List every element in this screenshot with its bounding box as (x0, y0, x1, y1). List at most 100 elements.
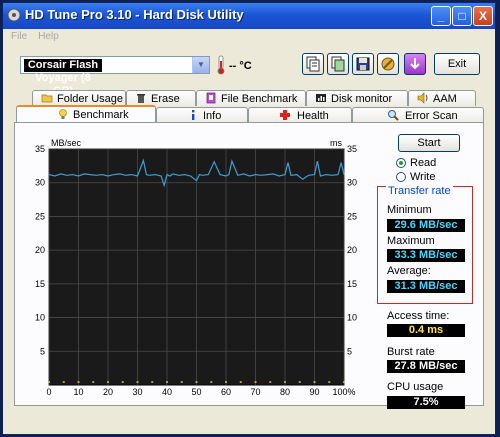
y-axis-label-right: ms (330, 138, 342, 148)
tab-info[interactable]: Info (156, 107, 248, 123)
x-tick-label: 60 (221, 387, 231, 397)
tab-erase[interactable]: Erase (126, 90, 196, 106)
access-time-point (121, 381, 124, 383)
maximum-value: 33.3 MB/sec (387, 249, 465, 262)
x-tick-label: 20 (103, 387, 113, 397)
x-tick-label: 30 (132, 387, 142, 397)
health-cross-icon (280, 110, 290, 120)
tab-disk-monitor[interactable]: Disk monitor (306, 90, 408, 106)
y-tick-label-right: 25 (347, 211, 357, 221)
read-radio[interactable]: Read (396, 157, 476, 171)
download-button[interactable] (404, 53, 426, 75)
read-radio-label: Read (410, 157, 437, 169)
minimize-button[interactable]: _ (431, 6, 451, 26)
y-tick-label-right: 20 (347, 245, 357, 255)
access-time-point (210, 381, 213, 383)
floppy-disk-icon (356, 57, 370, 71)
arrow-down-icon (410, 58, 420, 70)
read-radio-dot[interactable] (396, 158, 406, 168)
access-time-point (298, 381, 301, 383)
tab-folder-usage[interactable]: Folder Usage (32, 90, 126, 106)
access-time-point (62, 381, 65, 383)
app-icon (7, 8, 21, 22)
access-time-point (284, 381, 286, 383)
access-time-point (166, 381, 168, 383)
y-tick-label-left: 30 (35, 178, 45, 188)
maximize-button[interactable]: □ (452, 6, 472, 26)
tab-benchmark[interactable]: Benchmark (16, 105, 156, 123)
transfer-rate-chart: 0 10 20 30 40 50 60 70 80 90 100% 5 5 10 10 15 15 20 20 25 2… (35, 138, 357, 397)
tab-info-label: Info (203, 110, 222, 122)
y-tick-label-left: 5 (40, 346, 45, 356)
minimum-label: Minimum (387, 204, 432, 216)
tab-aam[interactable]: AAM (408, 90, 476, 106)
tab-health-label: Health (297, 110, 329, 122)
access-time-point (48, 381, 50, 383)
tab-disk-monitor-label: Disk monitor (331, 93, 393, 105)
copy-text-button[interactable] (302, 53, 324, 75)
close-button[interactable]: X (473, 6, 493, 26)
x-tick-label: 40 (162, 387, 172, 397)
menu-file[interactable]: File (11, 31, 27, 42)
write-radio-dot[interactable] (396, 172, 406, 182)
access-time-point (313, 381, 316, 383)
y-tick-label-right: 30 (347, 178, 357, 188)
menu-help[interactable]: Help (38, 31, 59, 42)
tab-error-scan[interactable]: Error Scan (352, 107, 484, 123)
tab-error-scan-label: Error Scan (405, 110, 458, 122)
tab-folder-usage-label: Folder Usage (57, 93, 124, 105)
menu-bar: File Help (3, 29, 495, 47)
tab-file-benchmark[interactable]: File Benchmark (196, 90, 306, 106)
access-time-value: 0.4 ms (387, 324, 465, 337)
start-button[interactable]: Start (398, 134, 460, 152)
device-select[interactable]: Corsair Flash Voyager (8 GB) ▼ (20, 56, 210, 97)
burst-rate-value: 27.8 MB/sec (387, 360, 465, 373)
options-button[interactable] (377, 53, 399, 75)
write-radio-label: Write (410, 171, 436, 183)
y-tick-label-right: 5 (347, 346, 352, 356)
access-time-point (136, 381, 139, 383)
x-tick-label: 10 (73, 387, 83, 397)
cpu-usage-label: CPU usage (387, 381, 444, 393)
x-tick-label: 80 (280, 387, 290, 397)
disk-monitor-icon (316, 94, 326, 102)
tab-erase-label: Erase (151, 93, 180, 105)
title-bar[interactable]: HD Tune Pro 3.10 - Hard Disk Utility _ □… (3, 3, 495, 29)
access-time-point (343, 381, 345, 383)
copy-image-icon (331, 56, 345, 72)
transfer-rate-legend: Transfer rate (386, 185, 453, 197)
write-radio[interactable]: Write (396, 171, 476, 185)
magnifier-icon (388, 110, 399, 121)
x-tick-label: 90 (309, 387, 319, 397)
y-tick-label-right: 15 (347, 279, 357, 289)
access-time-point (239, 381, 242, 383)
temperature-readout: -- °C (229, 60, 252, 72)
average-label: Average: (387, 265, 431, 277)
device-select-value: Corsair Flash Voyager (8 GB) (24, 59, 102, 97)
average-value: 31.3 MB/sec (387, 280, 465, 293)
access-time-point (225, 381, 227, 383)
file-benchmark-icon (206, 92, 216, 104)
info-icon (192, 110, 195, 120)
window-title: HD Tune Pro 3.10 - Hard Disk Utility (25, 7, 244, 22)
save-button[interactable] (352, 53, 374, 75)
tab-file-benchmark-label: File Benchmark (221, 93, 298, 105)
access-time-point (254, 381, 257, 383)
exit-button[interactable]: Exit (434, 53, 480, 75)
minimum-value: 29.6 MB/sec (387, 219, 465, 232)
chevron-down-icon[interactable]: ▼ (192, 57, 209, 73)
access-time-point (107, 381, 109, 383)
access-time-label: Access time: (387, 310, 450, 322)
x-tick-label: 0 (46, 387, 51, 397)
speaker-icon (417, 92, 428, 104)
cpu-usage-value: 7.5% (387, 396, 465, 409)
lightbulb-icon (59, 109, 67, 119)
thermometer-icon (217, 55, 225, 75)
y-tick-label-left: 10 (35, 313, 45, 323)
y-tick-label-left: 15 (35, 279, 45, 289)
y-tick-label-left: 20 (35, 245, 45, 255)
access-time-point (195, 381, 198, 383)
copy-image-button[interactable] (327, 53, 349, 75)
x-tick-label: 50 (191, 387, 201, 397)
tab-health[interactable]: Health (248, 107, 352, 123)
